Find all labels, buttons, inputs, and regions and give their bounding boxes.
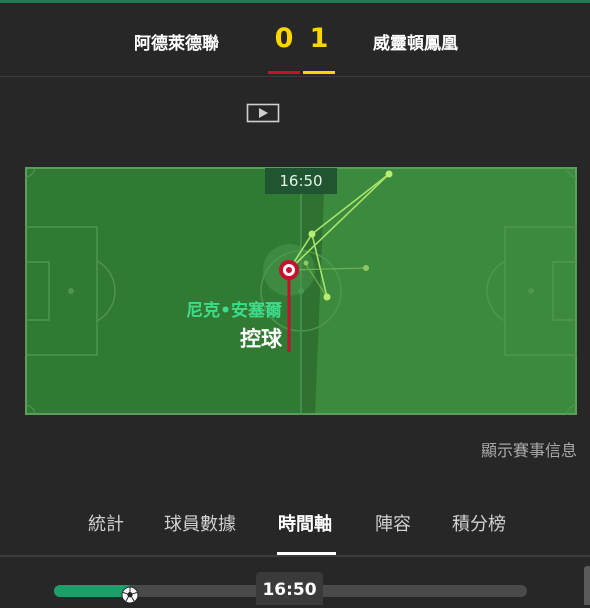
soccer-ball-icon[interactable] xyxy=(121,586,139,604)
home-score: 0 xyxy=(274,23,294,54)
pitch-field xyxy=(24,166,578,416)
pitch-clock: 16:50 xyxy=(265,168,337,194)
scrollbar-handle[interactable] xyxy=(584,566,590,605)
tab-standings[interactable]: 積分榜 xyxy=(452,510,506,536)
tab-timeline[interactable]: 時間軸 xyxy=(278,510,332,536)
away-team-name[interactable]: 威靈頓鳳凰 xyxy=(373,29,458,54)
tabs-divider xyxy=(0,555,590,557)
video-play-icon[interactable] xyxy=(246,102,280,124)
away-team-color-bar xyxy=(303,71,335,74)
tab-stats[interactable]: 統計 xyxy=(88,510,124,536)
player-name-label: 尼克•安塞爾 xyxy=(186,301,282,321)
away-score: 1 xyxy=(309,23,329,54)
timeline-time-badge: 16:50 xyxy=(256,572,323,605)
tab-bar: 統計 球員數據 時間軸 陣容 積分榜 xyxy=(0,500,590,556)
tab-player-data[interactable]: 球員數據 xyxy=(164,510,236,536)
tab-lineup[interactable]: 陣容 xyxy=(375,510,411,536)
player-action-label: 控球 xyxy=(240,327,282,351)
home-team-name[interactable]: 阿德萊德聯 xyxy=(134,29,219,54)
home-team-color-bar xyxy=(268,71,300,74)
score-header: 阿德萊德聯 0 1 威靈頓鳳凰 xyxy=(0,3,590,76)
show-match-info-link[interactable]: 顯示賽事信息 xyxy=(481,437,577,461)
header-divider xyxy=(0,76,590,77)
